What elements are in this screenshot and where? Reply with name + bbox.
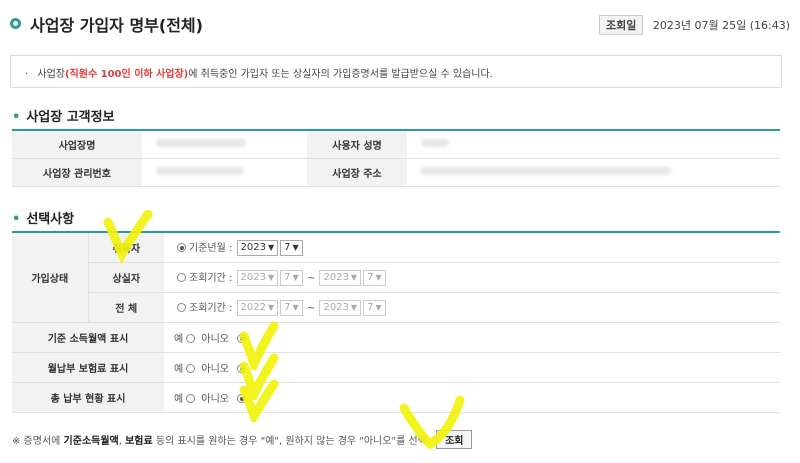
acquired-year-select[interactable]: 2023 ▼ bbox=[236, 239, 279, 256]
notice-bullet: · bbox=[25, 69, 29, 80]
lost-from-year-select[interactable]: 2023 ▼ bbox=[236, 269, 279, 286]
chevron-down-icon: ▼ bbox=[350, 302, 358, 312]
section-options-title: 선택사항 bbox=[26, 212, 75, 227]
all-to-year-select[interactable]: 2023 ▼ bbox=[319, 299, 362, 316]
total-no-label: 아니오 bbox=[201, 393, 229, 405]
query-date-value: 2023년 07월 25일 (16:43) bbox=[652, 19, 790, 32]
income-yes-radio[interactable] bbox=[186, 334, 196, 343]
premium-display-label: 월납부 보험료 표시 bbox=[12, 352, 164, 383]
title-ring-icon bbox=[10, 18, 21, 29]
footnote-bold-income: 기준소득월액 bbox=[63, 436, 119, 447]
acquired-month-select[interactable]: 7 ▼ bbox=[280, 239, 303, 256]
premium-display-row: 예 아니오 bbox=[164, 352, 780, 383]
income-display-row: 예 아니오 bbox=[164, 322, 780, 353]
value-address bbox=[407, 158, 780, 187]
section-options: • 선택사항 bbox=[12, 208, 74, 227]
notice-prefix: 사업장 bbox=[37, 69, 65, 80]
chevron-down-icon: ▼ bbox=[292, 302, 299, 312]
lost-from-month-select[interactable]: 7 ▼ bbox=[280, 269, 303, 286]
acquired-radio-label: 기준년월 : bbox=[189, 242, 233, 254]
acquired-radio[interactable] bbox=[177, 243, 186, 253]
notice-highlight: (직원수 100인 이하 사업장) bbox=[64, 69, 189, 80]
lost-to-month-select[interactable]: 7 ▼ bbox=[363, 269, 386, 286]
query-date-label: 조회일 bbox=[599, 15, 644, 35]
premium-no-label: 아니오 bbox=[201, 363, 229, 375]
lost-range-sep: ~ bbox=[306, 272, 316, 284]
status-label: 가입상태 bbox=[12, 232, 88, 323]
total-display-row: 예 아니오 bbox=[164, 382, 780, 413]
chevron-down-icon: ▼ bbox=[268, 272, 275, 282]
section-customer-info-title: 사업장 고객정보 bbox=[26, 110, 115, 125]
page-header: 사업장 가입자 명부(전체) 조회일 2023년 07월 25일 (16:43) bbox=[10, 12, 790, 36]
footnote-bold-premium: 보험료 bbox=[125, 436, 153, 447]
premium-no-radio[interactable] bbox=[237, 364, 246, 373]
chevron-down-icon: ▼ bbox=[375, 272, 382, 282]
footnote-prefix: ※ 증명서에 bbox=[12, 436, 64, 447]
all-from-month-select[interactable]: 7 ▼ bbox=[280, 299, 303, 316]
chevron-down-icon: ▼ bbox=[292, 242, 299, 252]
chevron-down-icon: ▼ bbox=[292, 272, 299, 282]
all-radio-label: 조회기간 : bbox=[189, 302, 233, 314]
value-user-name bbox=[407, 130, 780, 159]
section-bullet-icon: • bbox=[12, 110, 21, 125]
footnote: ※ 증명서에 기준소득월액, 보험료 등의 표시를 원하는 경우 "예", 원하… bbox=[12, 430, 473, 449]
status-all-label: 전 체 bbox=[87, 292, 164, 323]
all-row: 조회기간 : 2022 ▼ 7 ▼ ~ 2023 ▼ 7 ▼ bbox=[164, 292, 780, 323]
lost-radio[interactable] bbox=[177, 273, 186, 282]
income-yes-label: 예 bbox=[174, 333, 184, 345]
total-no-radio[interactable] bbox=[237, 394, 246, 403]
value-business-name bbox=[142, 130, 307, 159]
chevron-down-icon: ▼ bbox=[268, 242, 275, 252]
section-customer-info: • 사업장 고객정보 bbox=[12, 106, 115, 125]
premium-yes-radio[interactable] bbox=[186, 364, 196, 373]
label-mgmt-no: 사업장 관리번호 bbox=[12, 158, 142, 187]
label-user-name: 사용자 성명 bbox=[307, 130, 407, 159]
chevron-down-icon: ▼ bbox=[350, 272, 358, 282]
acquired-row: 기준년월 : 2023 ▼ 7 ▼ bbox=[164, 232, 780, 263]
label-business-name: 사업장명 bbox=[12, 130, 142, 159]
footnote-suffix: 등의 표시를 원하는 경우 "예", 원하지 않는 경우 "아니오"를 선택 bbox=[152, 436, 427, 447]
status-lost-label: 상실자 bbox=[87, 262, 164, 293]
customer-info-table: 사업장명 사용자 성명 사업장 관리번호 사업장 주소 bbox=[12, 129, 780, 187]
all-radio[interactable] bbox=[177, 303, 186, 312]
status-acquired-label: 취득자 bbox=[87, 232, 164, 263]
chevron-down-icon: ▼ bbox=[375, 302, 382, 312]
query-date: 조회일 2023년 07월 25일 (16:43) bbox=[599, 15, 790, 35]
lost-row: 조회기간 : 2023 ▼ 7 ▼ ~ 2023 ▼ 7 ▼ bbox=[164, 262, 780, 293]
income-no-radio[interactable] bbox=[237, 334, 246, 343]
section-bullet-icon: • bbox=[12, 212, 21, 227]
all-to-month-select[interactable]: 7 ▼ bbox=[363, 299, 386, 316]
options-table: 가입상태 취득자 기준년월 : 2023 ▼ 7 ▼ 상실자 조회기간 : 2023 ▼… bbox=[12, 231, 780, 413]
all-from-year-select[interactable]: 2022 ▼ bbox=[236, 299, 279, 316]
query-button[interactable]: 조회 bbox=[436, 430, 473, 449]
label-address: 사업장 주소 bbox=[307, 158, 407, 187]
total-yes-label: 예 bbox=[174, 393, 184, 405]
all-range-sep: ~ bbox=[306, 302, 316, 314]
chevron-down-icon: ▼ bbox=[268, 302, 275, 312]
premium-yes-label: 예 bbox=[174, 363, 184, 375]
total-yes-radio[interactable] bbox=[186, 394, 196, 403]
page-title: 사업장 가입자 명부(전체) bbox=[30, 16, 203, 35]
income-no-label: 아니오 bbox=[201, 333, 229, 345]
notice-suffix: 에 취득중인 가입자 또는 상실자의 가입증명서를 발급받으실 수 있습니다. bbox=[188, 69, 493, 80]
lost-to-year-select[interactable]: 2023 ▼ bbox=[319, 269, 362, 286]
notice-box: · 사업장(직원수 100인 이하 사업장)에 취득중인 가입자 또는 상실자의… bbox=[10, 55, 782, 88]
income-display-label: 기준 소득월액 표시 bbox=[12, 322, 164, 353]
total-display-label: 총 납부 현황 표시 bbox=[12, 382, 164, 413]
lost-radio-label: 조회기간 : bbox=[189, 272, 233, 284]
value-mgmt-no bbox=[142, 158, 307, 187]
